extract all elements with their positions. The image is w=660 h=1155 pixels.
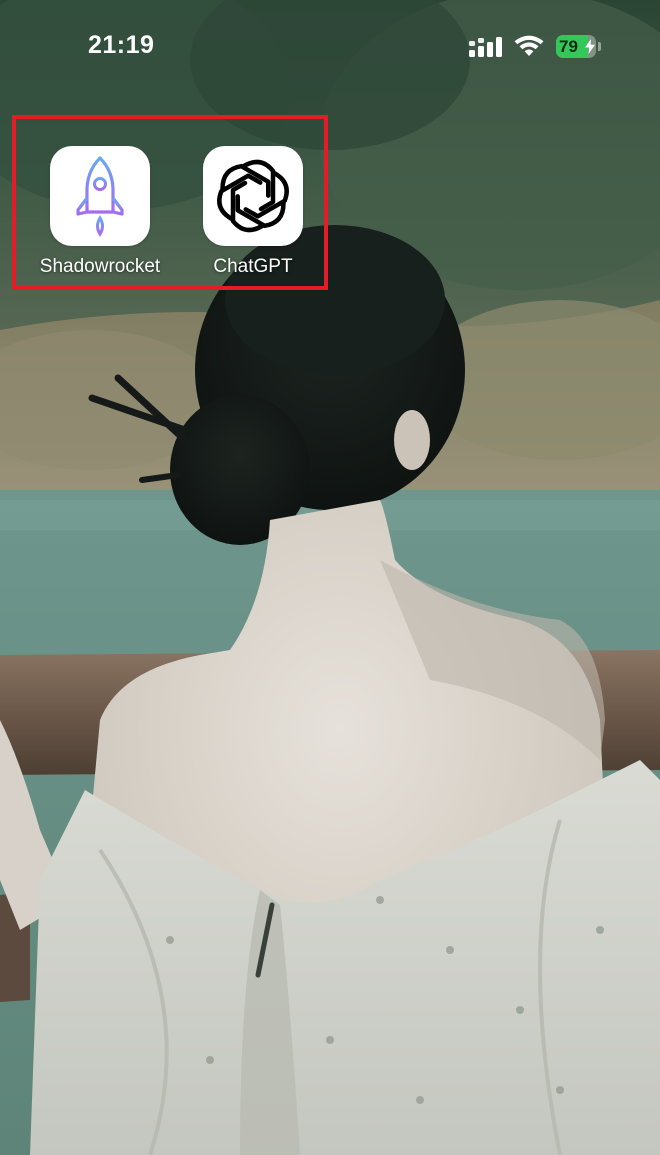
battery-cap <box>598 42 601 51</box>
app-shadowrocket[interactable]: Shadowrocket <box>30 146 170 278</box>
app-chatgpt[interactable]: ChatGPT <box>183 146 323 278</box>
battery-body: 79 <box>556 35 596 58</box>
charging-bolt-icon <box>585 39 595 54</box>
rocket-icon[interactable] <box>50 146 150 246</box>
openai-knot-icon[interactable] <box>203 146 303 246</box>
home-screen: 21:19 79 Shadowrocket ChatGPT <box>0 0 660 1155</box>
wifi-icon <box>514 35 544 56</box>
app-label: ChatGPT <box>213 256 293 277</box>
status-time: 21:19 <box>88 31 155 59</box>
battery-percent: 79 <box>559 37 578 56</box>
status-bar: 21:19 79 <box>0 0 660 90</box>
app-label: Shadowrocket <box>39 256 161 277</box>
cellular-signal-icon <box>469 37 502 57</box>
battery-indicator: 79 <box>556 35 602 58</box>
